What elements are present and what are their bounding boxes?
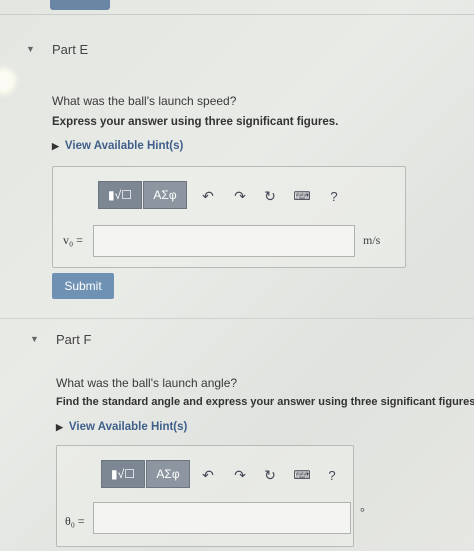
unit-label: m/s	[363, 233, 381, 247]
part-e-answer-box: ▮√☐ ΑΣφ ↶ ↷ ↻ ⌨ ? v₀ = m/s	[52, 166, 406, 268]
symbols-button[interactable]: ΑΣφ	[143, 181, 187, 209]
previous-submit-button[interactable]	[50, 0, 110, 10]
part-f-hints-link[interactable]: ▶ View Available Hint(s)	[56, 421, 187, 433]
part-e-title: Part E	[52, 42, 89, 57]
templates-button[interactable]: ▮√☐	[101, 460, 145, 488]
part-e-question: What was the ball's launch speed?	[52, 94, 237, 108]
hints-link-label: View Available Hint(s)	[64, 140, 184, 152]
divider	[0, 14, 474, 15]
help-button[interactable]: ?	[325, 187, 343, 205]
degree-unit-label: °	[360, 505, 365, 519]
part-f-question: What was the ball's launch angle?	[56, 376, 238, 390]
undo-icon[interactable]: ↶	[199, 187, 217, 205]
templates-button[interactable]: ▮√☐	[98, 181, 142, 209]
part-e-header[interactable]: ▼ Part E	[0, 30, 474, 70]
hints-link-label: View Available Hint(s)	[68, 421, 188, 433]
submit-button[interactable]: Submit	[52, 273, 114, 299]
part-e-hints-link[interactable]: ▶ View Available Hint(s)	[52, 140, 183, 152]
symbols-button[interactable]: ΑΣφ	[146, 460, 190, 488]
theta0-label: θ₀ =	[65, 514, 85, 528]
part-f-instruction: Find the standard angle and express your…	[56, 396, 474, 408]
undo-icon[interactable]: ↶	[199, 466, 217, 484]
v0-label: v₀ =	[63, 233, 83, 247]
part-f-header[interactable]: ▼ Part F	[0, 322, 474, 362]
section-divider	[0, 318, 474, 319]
caret-right-icon: ▶	[52, 141, 59, 151]
screen-glare	[0, 72, 12, 90]
reset-icon[interactable]: ↻	[261, 187, 279, 205]
launch-angle-input[interactable]	[93, 502, 351, 534]
part-e-instruction: Express your answer using three signific…	[52, 116, 339, 128]
redo-icon[interactable]: ↷	[231, 466, 249, 484]
collapse-triangle-icon[interactable]: ▼	[30, 334, 39, 344]
collapse-triangle-icon[interactable]: ▼	[26, 44, 35, 54]
help-button[interactable]: ?	[323, 466, 341, 484]
redo-icon[interactable]: ↷	[231, 187, 249, 205]
launch-speed-input[interactable]	[93, 225, 355, 257]
reset-icon[interactable]: ↻	[261, 466, 279, 484]
keyboard-icon[interactable]: ⌨	[293, 187, 311, 205]
caret-right-icon: ▶	[56, 422, 63, 432]
keyboard-icon[interactable]: ⌨	[293, 466, 311, 484]
part-f-answer-box: ▮√☐ ΑΣφ ↶ ↷ ↻ ⌨ ? θ₀ =	[56, 445, 354, 547]
part-f-title: Part F	[56, 332, 92, 347]
